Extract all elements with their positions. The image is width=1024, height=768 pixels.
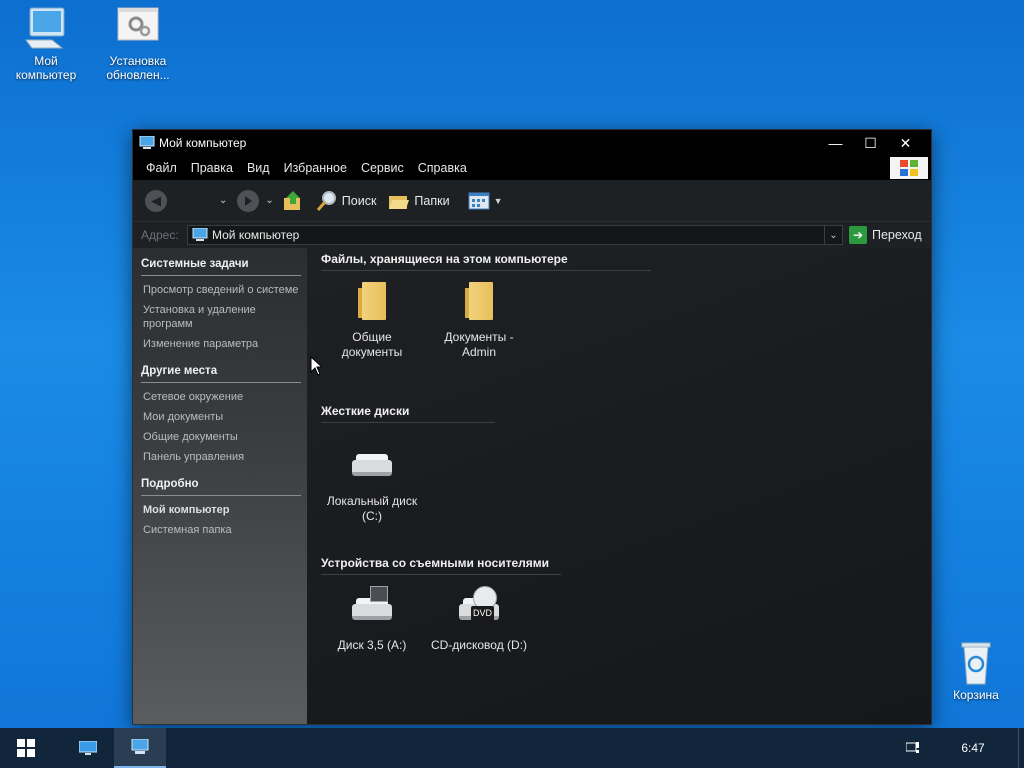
- views-button[interactable]: ▼: [468, 190, 503, 212]
- window-title: Мой компьютер: [159, 136, 247, 150]
- settings-window-icon: [114, 4, 162, 52]
- place-control-panel[interactable]: Панель управления: [141, 450, 301, 464]
- views-dropdown-icon[interactable]: ▼: [494, 196, 503, 206]
- taskbar-app-desktop[interactable]: [62, 728, 114, 768]
- task-pane: Системные задачи Просмотр сведений о сис…: [133, 248, 307, 724]
- search-label: Поиск: [341, 193, 377, 208]
- folder-icon: [455, 278, 503, 326]
- address-label: Адрес:: [141, 228, 179, 242]
- forward-dropdown-icon[interactable]: ⌄: [265, 195, 273, 206]
- other-places-title[interactable]: Другие места: [141, 365, 301, 383]
- desktop-icon-my-computer[interactable]: Мой компьютер: [6, 4, 86, 82]
- windows-start-icon: [17, 739, 35, 757]
- section-removable-title: Устройства со съемными носителями: [321, 556, 561, 575]
- folder-shared-documents[interactable]: Общие документы: [317, 278, 427, 360]
- computer-icon: [192, 228, 208, 242]
- section-files-title: Файлы, хранящиеся на этом компьютере: [321, 252, 651, 271]
- system-tasks-title[interactable]: Системные задачи: [141, 258, 301, 276]
- menu-bar: Файл Правка Вид Избранное Сервис Справка: [133, 156, 931, 180]
- details-name: Мой компьютер: [143, 504, 230, 516]
- title-bar[interactable]: Мой компьютер — ☐ ✕: [133, 130, 931, 156]
- window-body: Системные задачи Просмотр сведений о сис…: [133, 248, 931, 724]
- address-bar: Адрес: Мой компьютер ⌄ ➔ Переход: [133, 222, 931, 248]
- menu-tools[interactable]: Сервис: [354, 161, 411, 175]
- drive-d-cd[interactable]: DVD CD-дисковод (D:): [424, 586, 534, 653]
- computer-icon: [139, 135, 155, 150]
- recycle-bin-icon: [952, 638, 1000, 686]
- floppy-drive-icon: [348, 586, 396, 634]
- place-my-documents[interactable]: Мои документы: [141, 410, 301, 424]
- folders-button[interactable]: Папки: [388, 190, 450, 212]
- system-tray: 6:47: [898, 728, 1024, 768]
- menu-help[interactable]: Справка: [411, 161, 474, 175]
- monitor-icon: [79, 741, 97, 755]
- start-button[interactable]: [0, 728, 52, 768]
- task-change-setting[interactable]: Изменение параметра: [141, 337, 301, 351]
- folders-icon: [388, 190, 410, 212]
- up-folder-icon: [282, 190, 304, 212]
- search-icon: [316, 190, 338, 212]
- content-pane: Файлы, хранящиеся на этом компьютере Общ…: [307, 248, 931, 724]
- back-button[interactable]: ◀: [145, 189, 167, 212]
- folder-admin-documents[interactable]: Документы - Admin: [424, 278, 534, 360]
- go-label: Переход: [872, 228, 922, 242]
- close-button[interactable]: ✕: [888, 131, 923, 155]
- hard-drive-icon: [348, 442, 396, 490]
- drive-a-floppy[interactable]: Диск 3,5 (A:): [317, 586, 427, 653]
- notification-icon[interactable]: [898, 742, 928, 754]
- go-arrow-icon: ➔: [849, 226, 867, 244]
- folders-label: Папки: [414, 193, 450, 208]
- dvd-badge: DVD: [471, 606, 495, 621]
- place-shared-documents[interactable]: Общие документы: [141, 430, 301, 444]
- system-tasks-group: Системные задачи Просмотр сведений о сис…: [141, 258, 301, 351]
- show-desktop-button[interactable]: [1018, 728, 1024, 768]
- details-title[interactable]: Подробно: [141, 478, 301, 496]
- menu-view[interactable]: Вид: [240, 161, 277, 175]
- go-button[interactable]: ➔ Переход: [849, 226, 922, 244]
- address-value: Мой компьютер: [212, 228, 300, 242]
- address-input[interactable]: Мой компьютер ⌄: [187, 225, 843, 245]
- windows-logo-icon: [890, 157, 928, 179]
- taskbar: 6:47: [0, 728, 1024, 768]
- drive-c[interactable]: Локальный диск (C:): [317, 442, 427, 524]
- address-dropdown-icon[interactable]: ⌄: [824, 226, 842, 244]
- folder-icon: [348, 278, 396, 326]
- menu-favorites[interactable]: Избранное: [277, 161, 354, 175]
- up-folder-button[interactable]: [282, 190, 308, 212]
- place-network[interactable]: Сетевое окружение: [141, 390, 301, 404]
- computer-icon: [131, 739, 149, 754]
- clock[interactable]: 6:47: [928, 741, 1018, 755]
- menu-edit[interactable]: Правка: [184, 161, 240, 175]
- dvd-drive-icon: DVD: [455, 586, 503, 634]
- maximize-button[interactable]: ☐: [853, 131, 888, 155]
- other-places-group: Другие места Сетевое окружение Мои докум…: [141, 365, 301, 464]
- explorer-window[interactable]: Мой компьютер — ☐ ✕ Файл Правка Вид Избр…: [132, 129, 932, 725]
- forward-button[interactable]: [237, 189, 260, 212]
- taskbar-app-my-computer[interactable]: [114, 728, 166, 768]
- toolbar: ◀ ⌄ ⌄ Поиск Папки ▼: [133, 180, 931, 222]
- desktop-icon-install-updates[interactable]: Установка обновлен...: [98, 4, 178, 82]
- back-dropdown-icon[interactable]: ⌄: [219, 195, 227, 206]
- section-hard-drives-title: Жесткие диски: [321, 404, 495, 423]
- menu-file[interactable]: Файл: [139, 161, 184, 175]
- mouse-pointer-icon: [310, 355, 324, 379]
- search-button[interactable]: Поиск: [316, 190, 377, 212]
- views-icon: [468, 190, 490, 212]
- details-group: Подробно Мой компьютер Системная папка: [141, 478, 301, 537]
- details-type: Системная папка: [143, 524, 232, 536]
- minimize-button[interactable]: —: [818, 131, 853, 155]
- desktop-icon-recycle-bin[interactable]: Корзина: [936, 638, 1016, 702]
- task-add-remove-programs[interactable]: Установка и удаление программ: [141, 303, 301, 331]
- task-view-system-info[interactable]: Просмотр сведений о системе: [141, 283, 301, 297]
- computer-icon: [22, 4, 70, 52]
